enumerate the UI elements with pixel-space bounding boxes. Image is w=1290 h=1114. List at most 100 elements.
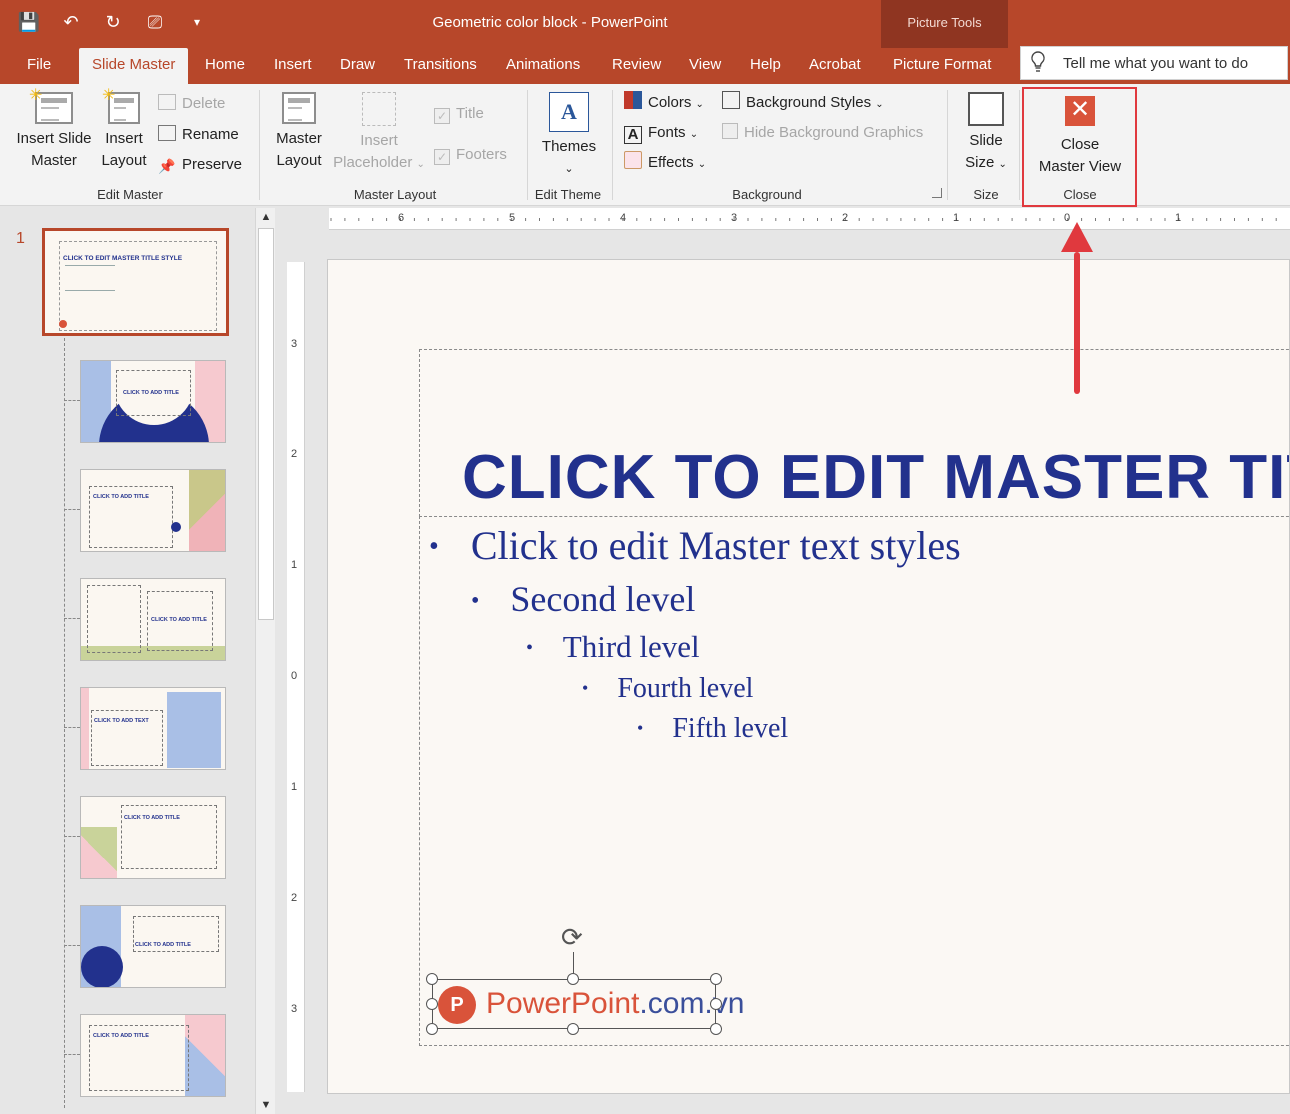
- master-layout-label-1: Master: [276, 130, 322, 147]
- group-separator: [259, 90, 260, 200]
- rename-button[interactable]: Rename: [158, 123, 239, 147]
- chevron-down-icon: ⌄: [689, 129, 699, 140]
- tree-tick: [64, 509, 80, 510]
- title-placeholder[interactable]: CLICK TO EDIT MASTER TITLE STYLE: [419, 349, 1289, 517]
- background-styles-label: Background Styles: [746, 94, 872, 111]
- insert-layout-label-2: Layout: [101, 152, 147, 169]
- rename-icon: [158, 125, 176, 141]
- tab-transitions[interactable]: Transitions: [404, 48, 477, 84]
- thumbnail-scrollbar[interactable]: ▲ ▼: [255, 208, 275, 1114]
- logo-domain: .com.vn: [639, 987, 745, 1020]
- insert-placeholder-label-2: Placeholder: [333, 154, 413, 171]
- tab-animations[interactable]: Animations: [506, 48, 580, 84]
- delete-button[interactable]: Delete: [158, 92, 225, 116]
- effects-label: Effects: [648, 154, 694, 171]
- slide-canvas[interactable]: CLICK TO EDIT MASTER TITLE STYLE • Click…: [327, 259, 1290, 1094]
- master-layout-button[interactable]: Master Layout: [270, 92, 328, 172]
- tab-view[interactable]: View: [689, 48, 721, 84]
- colors-dropdown[interactable]: Colors ⌄: [624, 91, 704, 115]
- placeholder-icon: [362, 92, 396, 126]
- rename-label: Rename: [182, 126, 239, 143]
- slide-size-label-2: Size: [965, 154, 995, 171]
- tab-insert[interactable]: Insert: [274, 48, 312, 84]
- thumb-layout-title: CLICK TO ADD TITLE: [151, 617, 207, 623]
- dialog-launcher-icon[interactable]: [932, 188, 942, 198]
- bullet-icon: •: [429, 531, 439, 562]
- group-separator: [947, 90, 948, 200]
- resize-handle[interactable]: [710, 973, 722, 985]
- tab-help[interactable]: Help: [750, 48, 781, 84]
- background-styles-dropdown[interactable]: Background Styles ⌄: [722, 91, 884, 115]
- rotate-handle-icon[interactable]: ⟳: [561, 922, 583, 953]
- layout-thumbnail-4[interactable]: CLICK TO ADD TEXT: [80, 687, 226, 770]
- insert-layout-label-1: Insert: [105, 130, 143, 147]
- footers-checkbox[interactable]: ✓ Footers: [434, 143, 507, 167]
- ruler-label: 1: [291, 781, 298, 793]
- tab-slide-master[interactable]: Slide Master: [79, 48, 189, 84]
- tab-draw[interactable]: Draw: [340, 48, 375, 84]
- text-level-4-label: Fourth level: [617, 673, 754, 704]
- hide-background-graphics-checkbox[interactable]: Hide Background Graphics: [722, 121, 923, 145]
- layout-thumbnail-1[interactable]: CLICK TO ADD TITLE: [80, 360, 226, 443]
- resize-handle[interactable]: [710, 998, 722, 1010]
- tell-me-placeholder: Tell me what you want to do: [1063, 55, 1249, 72]
- resize-handle[interactable]: [710, 1023, 722, 1035]
- layout-thumbnail-2[interactable]: CLICK TO ADD TITLE: [80, 469, 226, 552]
- text-level-3: • Third level: [526, 629, 700, 665]
- tab-picture-format[interactable]: Picture Format: [893, 48, 991, 84]
- text-level-2-label: Second level: [510, 579, 696, 619]
- resize-handle[interactable]: [567, 1023, 579, 1035]
- close-button-highlight: [1022, 87, 1137, 207]
- layout-thumbnail-5[interactable]: CLICK TO ADD TITLE: [80, 796, 226, 879]
- thumb-master-title: CLICK TO EDIT MASTER TITLE STYLE: [63, 255, 183, 262]
- tree-tick: [64, 945, 80, 946]
- ruler-label: 2: [842, 212, 849, 224]
- footers-checkbox-label: Footers: [456, 146, 507, 163]
- ruler-label: 5: [509, 212, 516, 224]
- resize-handle[interactable]: [426, 973, 438, 985]
- bullet-icon: •: [526, 637, 534, 659]
- resize-handle[interactable]: [567, 973, 579, 985]
- group-separator: [612, 90, 613, 200]
- effects-icon: [624, 151, 642, 169]
- title-checkbox[interactable]: ✓ Title: [434, 102, 484, 126]
- text-level-3-label: Third level: [562, 629, 700, 664]
- preserve-button[interactable]: 📌 Preserve: [158, 153, 242, 177]
- layout-thumbnail-6[interactable]: CLICK TO ADD TITLE: [80, 905, 226, 988]
- paint-bucket-icon: [722, 91, 740, 109]
- insert-slide-master-label-1: Insert Slide: [16, 130, 92, 147]
- fonts-dropdown[interactable]: A Fonts ⌄: [624, 121, 698, 145]
- resize-handle[interactable]: [426, 1023, 438, 1035]
- tab-file[interactable]: File: [27, 48, 51, 84]
- tab-home[interactable]: Home: [205, 48, 245, 84]
- thumb-layout-title: CLICK TO ADD TITLE: [93, 1033, 149, 1039]
- insert-layout-button[interactable]: ✳ Insert Layout: [98, 87, 150, 172]
- bullet-icon: •: [582, 678, 589, 698]
- logo-wordmark: PowerPoint.com.vn: [486, 987, 744, 1021]
- resize-handle[interactable]: [426, 998, 438, 1010]
- themes-button[interactable]: A Themes ⌄: [536, 92, 602, 180]
- thumb-shape: [81, 946, 123, 987]
- scroll-up-arrow-icon[interactable]: ▲: [256, 208, 276, 226]
- group-separator: [1019, 90, 1020, 200]
- scroll-thumb[interactable]: [258, 228, 274, 620]
- layout-thumbnail-3[interactable]: CLICK TO ADD TITLE: [80, 578, 226, 661]
- effects-dropdown[interactable]: Effects ⌄: [624, 151, 706, 175]
- tell-me-search[interactable]: Tell me what you want to do: [1020, 46, 1288, 80]
- insert-placeholder-label-2-wrap: Placeholder ⌄: [330, 152, 428, 176]
- insert-placeholder-button[interactable]: Insert Placeholder ⌄: [330, 92, 428, 176]
- delete-icon: [158, 94, 176, 110]
- hide-bg-graphics-label: Hide Background Graphics: [744, 124, 924, 141]
- master-layout-group-label: Master Layout: [353, 187, 437, 202]
- tab-acrobat[interactable]: Acrobat: [809, 48, 861, 84]
- slide-master-thumbnail[interactable]: CLICK TO EDIT MASTER TITLE STYLE: [42, 228, 229, 336]
- preserve-label: Preserve: [182, 156, 243, 173]
- thumb-layout-title: CLICK TO ADD TITLE: [93, 494, 149, 500]
- slide-size-button[interactable]: Slide Size ⌄: [954, 92, 1018, 176]
- tab-review[interactable]: Review: [612, 48, 661, 84]
- scroll-down-arrow-icon[interactable]: ▼: [256, 1096, 276, 1114]
- slide-size-icon: [968, 92, 1004, 126]
- master-layout-icon: [282, 92, 316, 124]
- layout-thumbnail-7[interactable]: CLICK TO ADD TITLE: [80, 1014, 226, 1097]
- insert-slide-master-button[interactable]: ✳ Insert Slide Master: [12, 87, 96, 172]
